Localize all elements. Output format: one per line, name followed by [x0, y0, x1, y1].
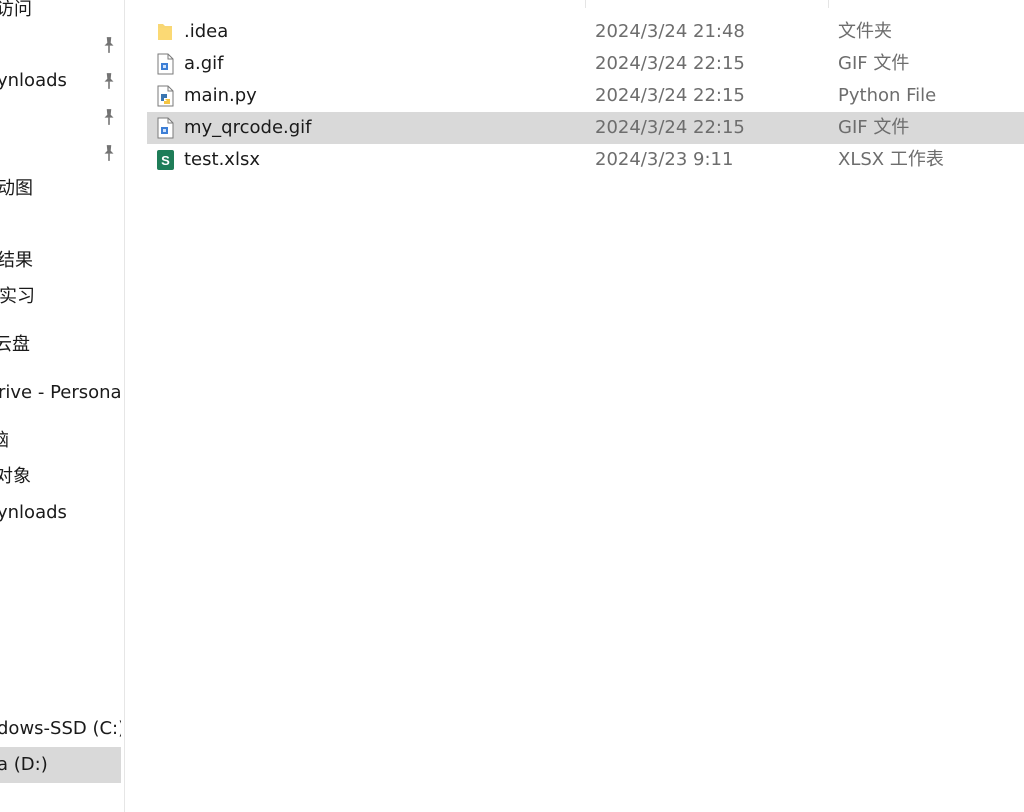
nav-item-internship[interactable]: 实习	[0, 279, 121, 315]
file-date: 2024/3/24 22:15	[595, 85, 745, 106]
nav-item-downloads[interactable]: ynloads	[0, 63, 121, 99]
nav-item-pinned-1[interactable]	[0, 27, 121, 63]
file-list: .idea 2024/3/24 21:48 文件夹 a.gif 2024/3/2…	[125, 0, 1024, 812]
pin-icon	[104, 109, 114, 125]
file-date: 2024/3/24 22:15	[595, 53, 745, 74]
nav-item-drive-d[interactable]: a (D:)	[0, 747, 121, 783]
nav-item-label: 实习	[0, 286, 35, 307]
file-row-main-py[interactable]: main.py 2024/3/24 22:15 Python File	[147, 80, 1024, 112]
file-name: .idea	[184, 21, 229, 42]
nav-item-pinned-3[interactable]	[0, 99, 121, 135]
file-date: 2024/3/24 22:15	[595, 117, 745, 138]
nav-item-label: ynloads	[0, 70, 67, 91]
column-divider[interactable]	[585, 0, 586, 8]
file-type: 文件夹	[838, 21, 892, 42]
navigation-pane: 访问 ynloads 动图 结果 实习 云盘 riv	[0, 0, 125, 812]
nav-item-this-pc[interactable]: 脑	[0, 423, 121, 459]
nav-item-cloud-drive[interactable]: 云盘	[0, 327, 121, 363]
nav-item-animations[interactable]: 动图	[0, 171, 121, 207]
nav-item-label: 脑	[0, 423, 9, 459]
nav-item-results[interactable]: 结果	[0, 243, 121, 279]
nav-item-label: 对象	[0, 466, 31, 487]
file-name: test.xlsx	[184, 149, 260, 170]
file-type: XLSX 工作表	[838, 149, 944, 170]
file-date: 2024/3/23 9:11	[595, 149, 734, 170]
file-type: GIF 文件	[838, 117, 910, 138]
gif-file-icon	[157, 53, 174, 75]
file-type: GIF 文件	[838, 53, 910, 74]
nav-item-label: rive - Personal	[0, 382, 121, 403]
nav-item-quick-access[interactable]: 访问	[0, 0, 121, 28]
svg-text:S: S	[161, 153, 170, 168]
file-name: a.gif	[184, 53, 224, 74]
nav-item-label: 云盘	[0, 334, 30, 355]
nav-item-onedrive-personal[interactable]: rive - Personal	[0, 375, 121, 411]
nav-item-label: ynloads	[0, 502, 67, 523]
file-row-test-xlsx[interactable]: S test.xlsx 2024/3/23 9:11 XLSX 工作表	[147, 144, 1024, 176]
gif-file-icon	[157, 117, 174, 139]
nav-item-downloads-pc[interactable]: ynloads	[0, 495, 121, 531]
file-row-my-qrcode-gif[interactable]: my_qrcode.gif 2024/3/24 22:15 GIF 文件	[147, 112, 1024, 144]
column-divider[interactable]	[828, 0, 829, 8]
pin-icon	[104, 73, 114, 89]
pin-icon	[104, 37, 114, 53]
python-file-icon	[157, 85, 174, 107]
pin-icon	[104, 145, 114, 161]
file-row-a-gif[interactable]: a.gif 2024/3/24 22:15 GIF 文件	[147, 48, 1024, 80]
nav-item-label: a (D:)	[0, 754, 48, 775]
nav-item-pinned-4[interactable]	[0, 135, 121, 171]
file-type: Python File	[838, 85, 937, 106]
nav-item-drive-c[interactable]: dows-SSD (C:)	[0, 711, 121, 747]
file-date: 2024/3/24 21:48	[595, 21, 745, 42]
file-row-idea[interactable]: .idea 2024/3/24 21:48 文件夹	[147, 16, 1024, 48]
folder-icon	[158, 24, 172, 40]
nav-item-label: dows-SSD (C:)	[0, 718, 121, 739]
nav-item-label: 结果	[0, 250, 33, 271]
file-name: main.py	[184, 85, 257, 106]
file-name: my_qrcode.gif	[184, 117, 312, 138]
nav-item-label: 动图	[0, 178, 33, 199]
nav-item-label: 访问	[0, 0, 32, 20]
nav-item-3d-objects[interactable]: 对象	[0, 459, 121, 495]
xlsx-file-icon: S	[157, 150, 174, 170]
